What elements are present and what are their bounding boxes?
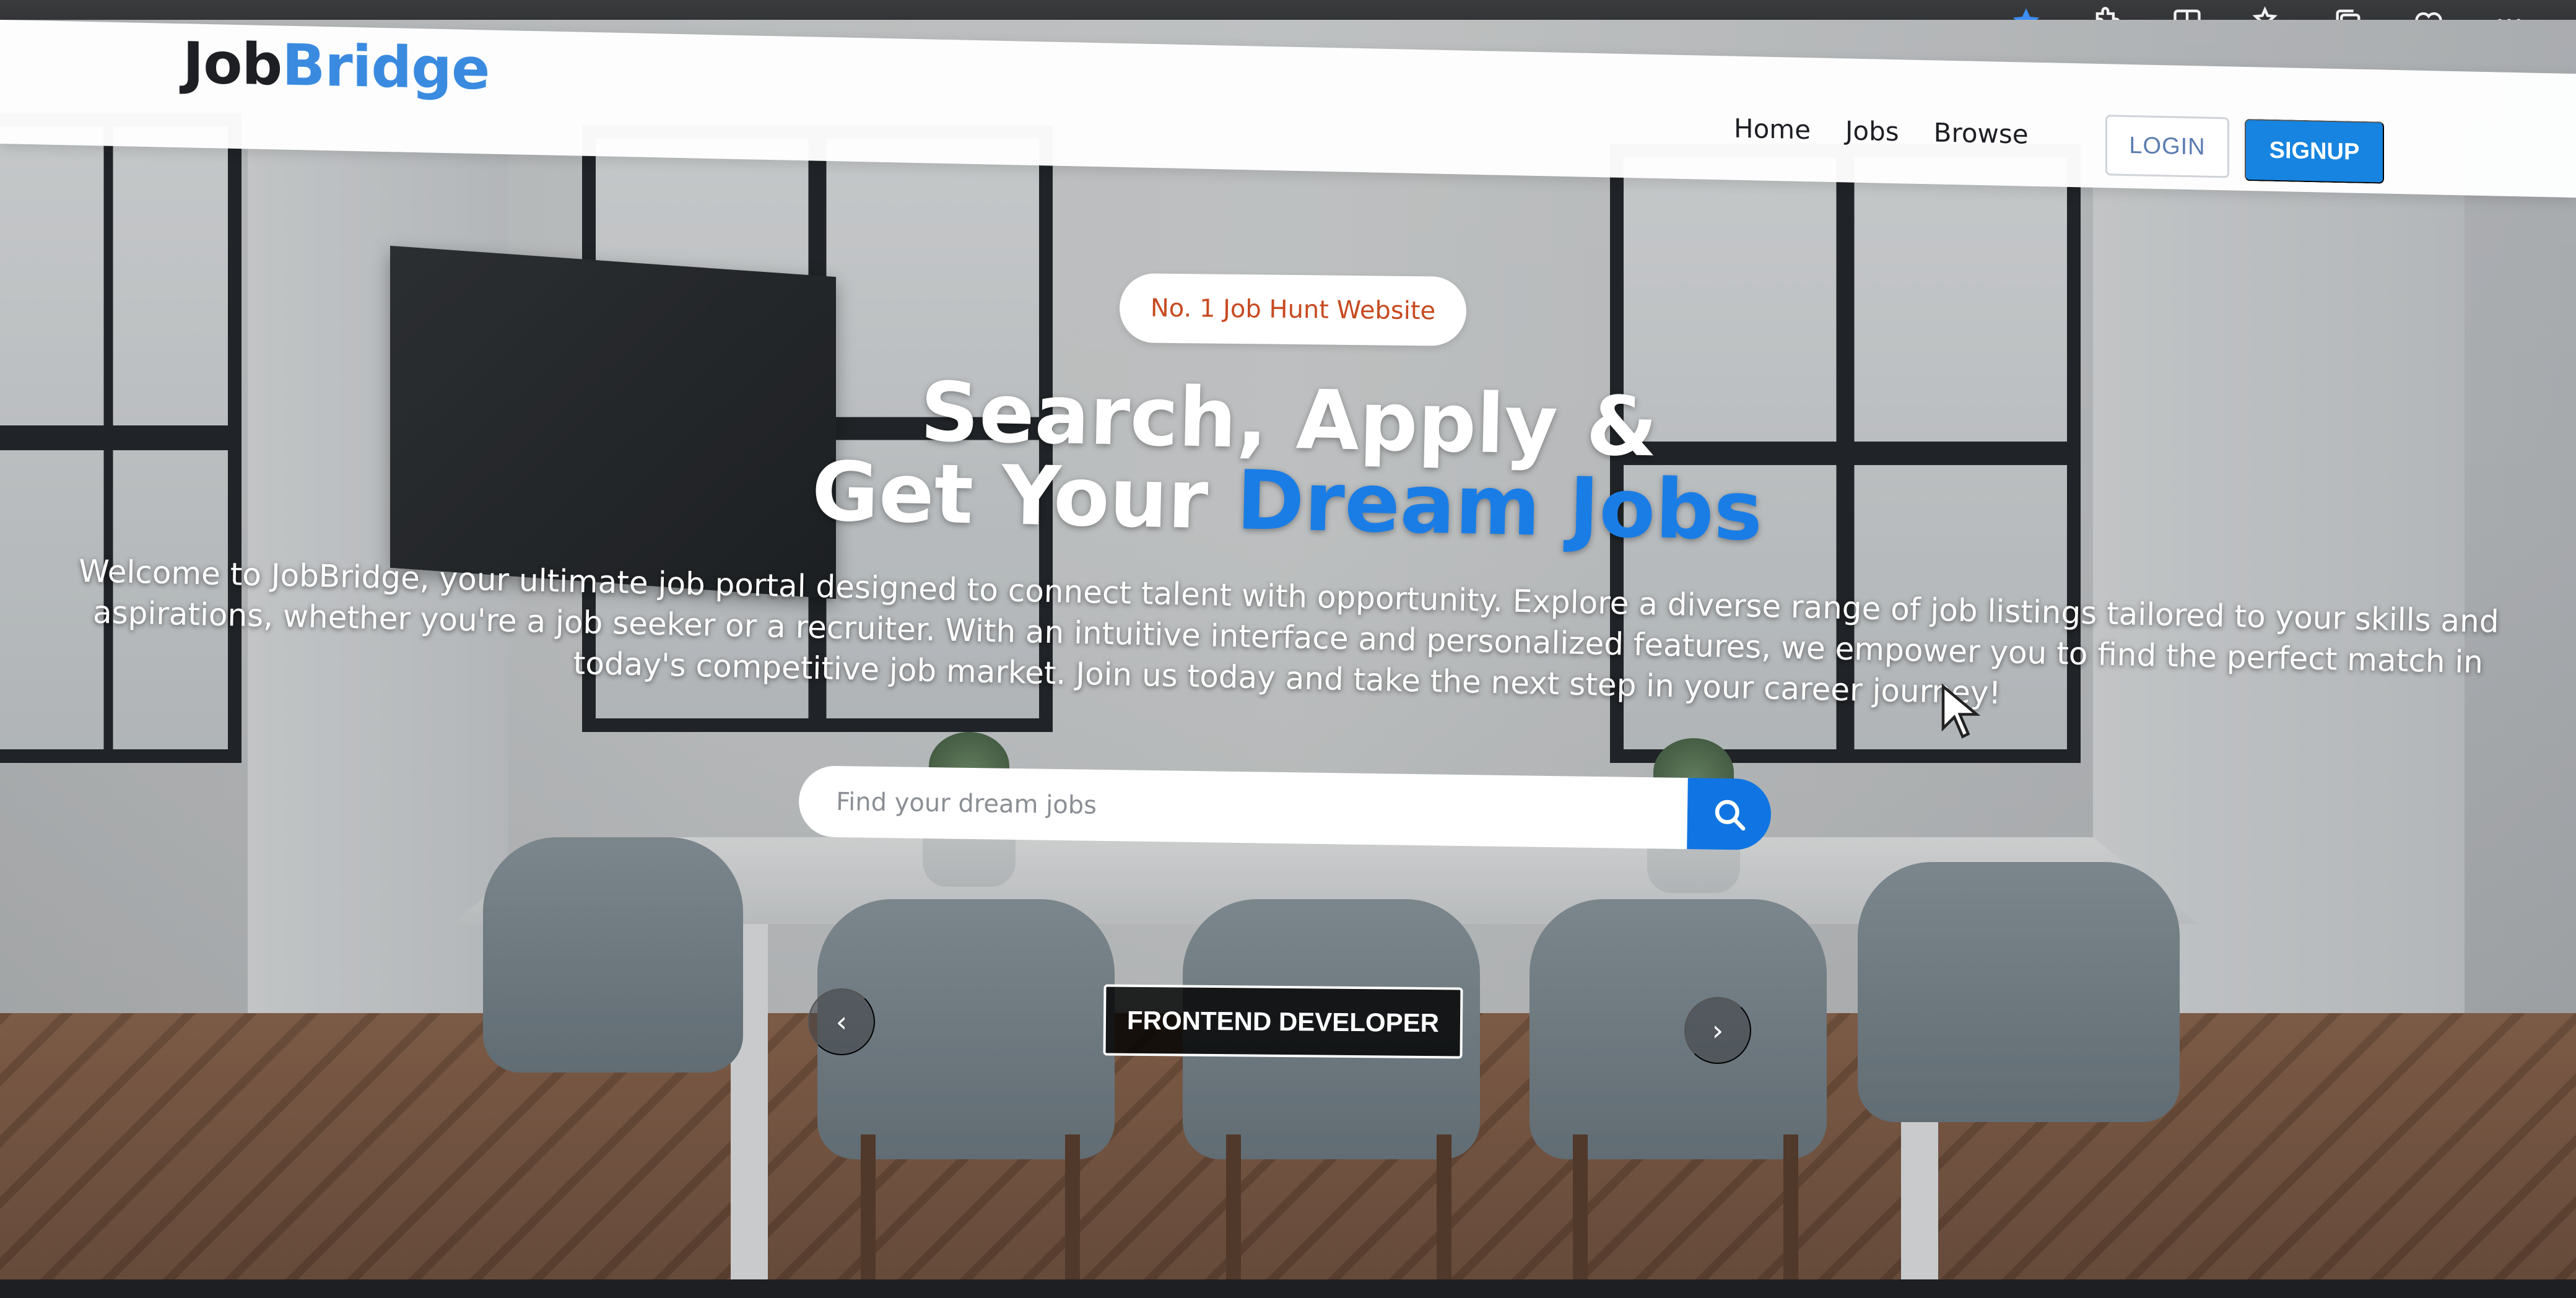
logo-text-bridge: Bridge [282, 32, 490, 103]
headline-prefix: Get Your [811, 443, 1238, 549]
mouse-cursor-icon [1941, 684, 1981, 739]
carousel-prev-button[interactable]: ‹ [808, 988, 875, 1055]
nav-link-jobs[interactable]: Jobs [1845, 115, 1899, 147]
search-icon [1715, 799, 1745, 830]
chevron-left-icon: ‹ [835, 1005, 848, 1039]
hero-badge: No. 1 Job Hunt Website [1119, 273, 1467, 346]
nav-link-browse[interactable]: Browse [1934, 117, 2029, 149]
site-logo[interactable]: JobBridge [183, 30, 489, 102]
search-input[interactable] [798, 765, 1691, 850]
hero-headline: Search, Apply & Get Your Dream Jobs [729, 365, 1847, 559]
screen-bottom-bezel [0, 1279, 2576, 1298]
login-button[interactable]: LOGIN [2105, 115, 2229, 178]
carousel-category-button[interactable]: FRONTEND DEVELOPER [1103, 984, 1463, 1059]
headline-accent: Dream Jobs [1235, 453, 1764, 560]
nav-link-home[interactable]: Home [1734, 113, 1811, 146]
search-bar [798, 765, 1772, 856]
nav-links: Home Jobs Browse [1734, 113, 2029, 150]
carousel-next-button[interactable]: › [1684, 997, 1751, 1064]
search-button[interactable] [1687, 778, 1772, 850]
page-viewport: JobBridge Home Jobs Browse LOGIN SIGNUP … [0, 20, 2576, 1279]
signup-button[interactable]: SIGNUP [2245, 118, 2384, 184]
chevron-right-icon: › [1712, 1014, 1724, 1047]
headline-line-2: Get Your Dream Jobs [729, 444, 1845, 559]
logo-text-job: Job [183, 30, 282, 98]
